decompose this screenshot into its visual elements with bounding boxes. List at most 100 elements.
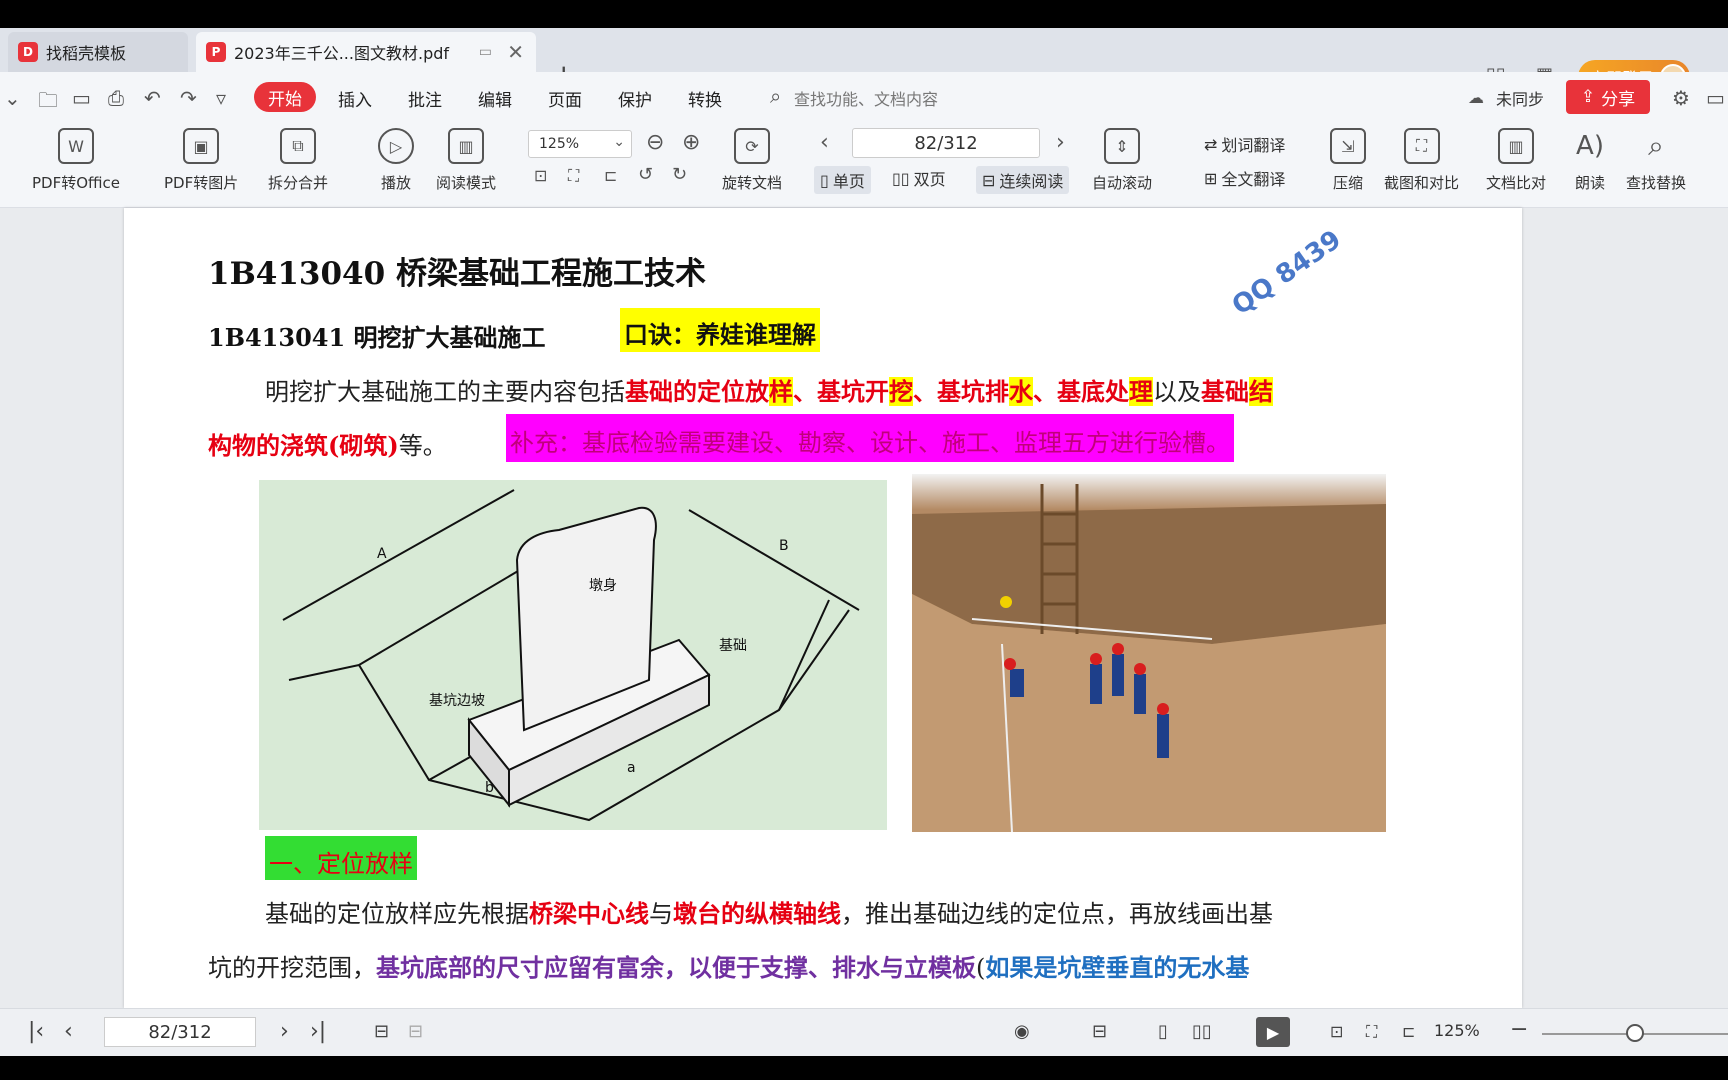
translate-icon: ⇄ [1204,134,1218,154]
compress-icon: ⇲ [1330,128,1366,164]
save-icon[interactable]: ▭ [72,86,91,110]
double-page-view-button[interactable]: ▯▯ 双页 [892,166,946,190]
screen-top-band [0,0,1728,28]
search-input[interactable]: 查找功能、文档内容 [794,86,938,110]
dimension-label-a-lower: a [627,760,636,776]
fit-width-icon[interactable]: ⊏ [604,166,617,185]
play-icon: ▷ [378,128,414,164]
status-page-input[interactable]: 82/312 [104,1017,256,1047]
fit-page-icon[interactable]: ⛶ [1366,1022,1377,1042]
open-folder-icon[interactable]: 🗀 [38,86,58,120]
pdf-page: 1B413040 桥梁基础工程施工技术 1B413041 明挖扩大基础施工 口诀… [124,208,1522,1008]
zoom-in-icon[interactable]: ⊕ [682,130,700,155]
menu-protect[interactable]: 保护 [618,86,652,111]
first-page-icon[interactable]: |‹ [28,1019,44,1044]
split-merge-button[interactable]: ⧉ 拆分合并 [268,128,328,193]
document-compare-button[interactable]: ▥ 文档比对 [1486,128,1546,193]
status-zoom-select[interactable]: 125% [1434,1021,1480,1040]
fit-page-icon[interactable]: ⛶ [568,166,579,186]
search-icon: ⌕ [770,84,782,108]
paragraph-1-line-2: 构物的浇筑(砌筑)等。 [208,431,447,460]
more-dropdown-icon[interactable]: ▿ [216,86,226,110]
menu-annotate[interactable]: 批注 [408,86,442,111]
zoom-slider-handle[interactable] [1626,1024,1644,1042]
page-number-input[interactable]: 82/312 [852,128,1040,158]
paragraph-2-line-1: 基础的定位放样应先根据桥梁中心线与墩台的纵横轴线，推出基础边线的定位点，再放线画… [265,899,1273,928]
single-page-icon: ▯ [820,170,829,190]
menu-insert[interactable]: 插入 [338,86,372,111]
zoom-out-icon[interactable]: ⊖ [646,130,664,155]
menu-page[interactable]: 页面 [548,86,582,111]
rotate-left-icon[interactable]: ↺ [638,164,653,185]
screenshot-compare-button[interactable]: ⛶ 截图和对比 [1384,128,1459,193]
auto-scroll-icon: ⇕ [1104,128,1140,164]
double-page-icon: ▯▯ [892,168,910,188]
back-icon[interactable]: ⊟ [374,1021,389,1042]
share-button[interactable]: ⇪ 分享 [1566,80,1650,114]
eye-protection-icon[interactable]: ◉ [1014,1021,1030,1042]
zoom-select[interactable]: 125% ⌄ [528,130,632,158]
continuous-view-icon[interactable]: ⊟ [1092,1021,1107,1042]
fit-width-icon[interactable]: ⊏ [1402,1022,1415,1041]
menu-edit[interactable]: 编辑 [478,86,512,111]
settings-icon[interactable]: ⚙ [1672,86,1690,110]
actual-size-icon[interactable]: ⊡ [534,166,547,185]
cloud-sync-icon: ☁ [1468,88,1484,107]
pdf-to-office-button[interactable]: W PDF转Office [32,128,120,193]
tab-pdf-document[interactable]: P 2023年三千公...图文教材.pdf ▭ ✕ [196,32,536,72]
chevron-down-icon[interactable]: ⌄ [4,86,21,110]
single-page-view-button[interactable]: ▯ 单页 [814,166,871,194]
close-tab-icon[interactable]: ✕ [507,40,524,64]
single-page-icon[interactable]: ▯ [1158,1021,1168,1042]
auto-scroll-button[interactable]: ⇕ 自动滚动 [1092,128,1152,193]
previous-page-icon[interactable]: ‹ [820,130,829,155]
menu-start[interactable]: 开始 [254,82,316,112]
play-icon: ▶ [1266,1022,1280,1042]
next-page-icon[interactable]: › [280,1019,289,1044]
watermark-text: QQ 8439 [1226,224,1347,322]
previous-page-icon[interactable]: ‹ [64,1019,73,1044]
play-slideshow-button[interactable]: ▶ [1256,1017,1290,1047]
foundation-label: 基础 [719,637,747,654]
rotate-right-icon[interactable]: ↻ [672,164,687,185]
book-icon: ▥ [448,128,484,164]
status-bar: |‹ ‹ 82/312 › ›| ⊟ ⊟ ◉ ⊟ ▯ ▯▯ ▶ ⊡ ⛶ ⊏ 12… [0,1008,1728,1056]
find-replace-button[interactable]: ⌕ 查找替换 [1626,128,1686,193]
compare-icon: ▥ [1498,128,1534,164]
monitor-icon[interactable]: ▭ [479,44,492,60]
next-page-icon[interactable]: › [1056,130,1065,155]
sync-status[interactable]: 未同步 [1496,86,1544,110]
reading-mode-button[interactable]: ▥ 阅读模式 [436,128,496,193]
document-viewport[interactable]: 1B413040 桥梁基础工程施工技术 1B413041 明挖扩大基础施工 口诀… [0,208,1728,1008]
compress-button[interactable]: ⇲ 压缩 [1330,128,1366,193]
ribbon-toolbar: W PDF转Office ▣ PDF转图片 ⧉ 拆分合并 ▷ 播放 ▥ 阅读模式… [0,122,1728,208]
tab-bar: D 找稻壳模板 P 2023年三千公...图文教材.pdf ▭ ✕ + ▯▯ ▦… [0,28,1728,94]
app-window: { "tabs": [ {"label": "找稻壳模板", "icon": "… [0,0,1728,1080]
redo-icon[interactable]: ↷ [180,86,197,110]
read-aloud-button[interactable]: A) 朗读 [1572,128,1608,193]
foundation-diagram: A B 墩身 基础 基坑边坡 a b [259,480,887,830]
tab-docer-templates[interactable]: D 找稻壳模板 [8,32,188,72]
paragraph-1-line-1: 明挖扩大基础施工的主要内容包括基础的定位放样、基坑开挖、基坑排水、基底处理以及基… [265,377,1273,406]
continuous-reading-button[interactable]: ⊟ 连续阅读 [976,166,1070,194]
last-page-icon[interactable]: ›| [310,1019,326,1044]
section-1-heading: 一、定位放样 [265,836,417,880]
print-icon[interactable]: ⎙ [108,86,124,110]
undo-icon[interactable]: ↶ [144,86,161,110]
menu-row: ⌄ 🗀 ▭ ⎙ ↶ ↷ ▿ 开始 插入 批注 编辑 页面 保护 转换 ⌕ 查找功… [0,72,1728,122]
menu-convert[interactable]: 转换 [688,86,722,111]
image-icon: ▣ [183,128,220,164]
split-merge-icon: ⧉ [280,128,316,164]
forward-icon[interactable]: ⊟ [408,1021,423,1042]
rotate-document-button[interactable]: ⟳ 旋转文档 [722,128,782,193]
comment-icon[interactable]: ▭ [1706,86,1725,110]
zoom-out-icon[interactable]: − [1510,1017,1528,1042]
full-translate-button[interactable]: ⊞ 全文翻译 [1204,166,1285,190]
read-aloud-icon: A) [1576,131,1604,161]
double-page-icon[interactable]: ▯▯ [1192,1021,1212,1042]
pdf-to-image-button[interactable]: ▣ PDF转图片 [164,128,238,193]
full-translate-icon: ⊞ [1204,168,1218,188]
play-button[interactable]: ▷ 播放 [378,128,414,193]
actual-size-icon[interactable]: ⊡ [1330,1022,1343,1041]
word-translate-button[interactable]: ⇄ 划词翻译 [1204,132,1285,156]
